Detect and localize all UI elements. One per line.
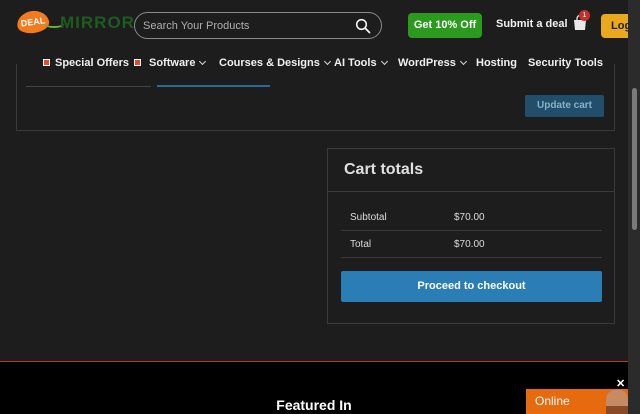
subtotal-label: Subtotal xyxy=(350,212,387,223)
search-box xyxy=(134,12,382,39)
close-icon[interactable]: ✕ xyxy=(616,377,625,390)
total-value: $70.00 xyxy=(454,239,485,250)
search-icon[interactable] xyxy=(355,18,371,34)
cart-totals-header: Cart totals xyxy=(328,149,614,192)
search-input[interactable] xyxy=(143,17,343,35)
total-row: Total $70.00 xyxy=(341,231,602,258)
total-label: Total xyxy=(350,239,372,250)
chat-widget[interactable]: Online xyxy=(526,389,628,414)
update-cart-button[interactable]: Update cart xyxy=(525,95,604,117)
agent-avatar xyxy=(606,390,628,414)
subtotal-row: Subtotal $70.00 xyxy=(341,204,602,231)
apply-coupon-button-edge[interactable] xyxy=(157,85,270,87)
chat-status-label: Online xyxy=(535,394,570,408)
get-discount-button[interactable]: Get 10% Off xyxy=(408,13,482,38)
proceed-to-checkout-button[interactable]: Proceed to checkout xyxy=(341,271,602,302)
coupon-input-edge[interactable] xyxy=(26,86,151,87)
scrollbar-thumb[interactable] xyxy=(632,88,637,230)
subtotal-value: $70.00 xyxy=(454,212,485,223)
cart-totals-title: Cart totals xyxy=(344,161,424,178)
logo-text[interactable]: MIRROR xyxy=(60,13,135,33)
cart-totals-panel: Cart totals Subtotal $70.00 Total $70.00… xyxy=(327,148,615,324)
submit-deal-link[interactable]: Submit a deal xyxy=(496,18,568,30)
cart-count-badge: 1 xyxy=(579,10,590,21)
